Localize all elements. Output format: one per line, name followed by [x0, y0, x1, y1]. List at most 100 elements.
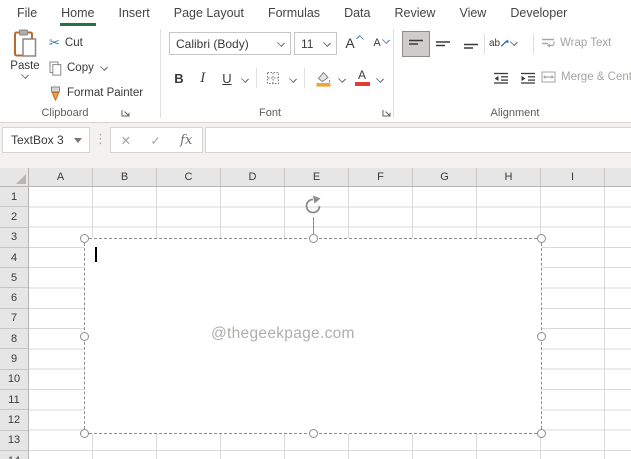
top-align-icon — [409, 39, 423, 45]
text-cursor — [95, 247, 97, 262]
copy-chevron-down-icon — [99, 63, 108, 71]
resize-handle-bottom-left[interactable] — [80, 429, 89, 438]
tab-developer[interactable]: Developer — [498, 0, 579, 26]
font-name-value: Calibri (Body) — [176, 36, 249, 51]
row-header-7[interactable]: 7 — [0, 308, 28, 330]
tab-formulas[interactable]: Formulas — [256, 0, 332, 26]
italic-button[interactable]: I — [193, 66, 213, 90]
font-dialog-launcher[interactable] — [381, 107, 392, 118]
font-color-button[interactable]: A — [351, 66, 373, 90]
column-header-h[interactable]: H — [477, 168, 541, 186]
fill-color-bucket-icon — [316, 71, 330, 87]
font-name-chevron-down-icon — [277, 38, 285, 47]
row-header-2[interactable]: 2 — [0, 207, 28, 228]
column-header-f[interactable]: F — [349, 168, 413, 186]
font-name-select[interactable]: Calibri (Body) — [169, 32, 291, 55]
font-color-chevron-down-icon[interactable] — [376, 75, 384, 83]
bold-button[interactable]: B — [169, 66, 189, 90]
insert-function-fx-icon[interactable]: fx — [180, 133, 192, 148]
column-header-d[interactable]: D — [221, 168, 285, 186]
column-header-g[interactable]: G — [413, 168, 477, 186]
row-header-14[interactable]: 14 — [0, 450, 28, 459]
enter-check-icon[interactable]: ✓ — [150, 133, 160, 148]
copy-button[interactable]: Copy — [49, 57, 109, 79]
resize-handle-top-middle[interactable] — [308, 234, 318, 243]
resize-handle-bottom-middle[interactable] — [308, 429, 318, 438]
tab-data[interactable]: Data — [332, 0, 382, 26]
merge-center-label: Merge & Center — [561, 71, 631, 83]
font-size-select[interactable]: 11 — [294, 32, 337, 55]
row-header-3[interactable]: 3 — [0, 227, 28, 248]
fill-color-chevron-down-icon[interactable] — [338, 75, 346, 83]
decrease-indent-button[interactable] — [489, 66, 513, 90]
select-all-corner[interactable] — [0, 168, 29, 187]
clipboard-dialog-launcher[interactable] — [120, 107, 131, 118]
row-header-5[interactable]: 5 — [0, 268, 28, 289]
tab-page-layout[interactable]: Page Layout — [162, 0, 256, 26]
row-header-13[interactable]: 13 — [0, 430, 28, 451]
group-separator — [393, 29, 394, 118]
increase-font-size-button[interactable]: A — [342, 31, 368, 55]
column-header-j[interactable]: J — [605, 168, 631, 186]
top-align-button[interactable] — [402, 31, 430, 57]
increase-font-caret-icon — [355, 35, 364, 43]
formula-input[interactable] — [205, 127, 631, 153]
tab-review[interactable]: Review — [382, 0, 447, 26]
name-box[interactable]: TextBox 3 — [2, 127, 90, 153]
row-header-10[interactable]: 10 — [0, 369, 28, 390]
borders-button[interactable] — [262, 66, 284, 90]
wrap-text-label: Wrap Text — [560, 37, 612, 49]
name-box-dropdown-icon[interactable] — [74, 137, 82, 143]
resize-handle-bottom-right[interactable] — [537, 429, 546, 438]
resize-handle-middle-right[interactable] — [537, 331, 546, 341]
orientation-button[interactable]: ab — [489, 31, 519, 55]
copy-label: Copy — [67, 62, 94, 74]
format-painter-button[interactable]: Format Painter — [49, 82, 143, 104]
bottom-align-button[interactable] — [458, 31, 484, 55]
column-header-b[interactable]: B — [93, 168, 157, 186]
cancel-icon[interactable]: ✕ — [121, 133, 131, 148]
tab-home[interactable]: Home — [49, 0, 106, 26]
wrap-text-button[interactable]: Wrap Text — [541, 32, 611, 54]
resize-handle-top-right[interactable] — [537, 234, 546, 243]
textbox-watermark-text: @thegeekpage.com — [211, 325, 355, 342]
textbox-shape[interactable]: @thegeekpage.com — [80, 195, 546, 438]
font-size-value: 11 — [301, 36, 314, 51]
column-header-a[interactable]: A — [29, 168, 93, 186]
column-header-i[interactable]: I — [541, 168, 605, 186]
cut-button[interactable]: ✂ Cut — [49, 32, 83, 54]
underline-chevron-down-icon[interactable] — [241, 75, 249, 83]
middle-align-button[interactable] — [430, 31, 456, 55]
borders-chevron-down-icon[interactable] — [289, 75, 297, 83]
row-header-9[interactable]: 9 — [0, 349, 28, 370]
paste-button[interactable]: Paste — [5, 29, 45, 109]
cut-scissors-icon: ✂ — [49, 35, 60, 50]
borders-icon — [267, 72, 279, 84]
tab-insert[interactable]: Insert — [107, 0, 162, 26]
rotation-handle[interactable] — [302, 195, 324, 217]
column-header-c[interactable]: C — [157, 168, 221, 186]
orientation-chevron-down-icon — [510, 38, 518, 46]
clipboard-group-label: Clipboard — [41, 107, 89, 119]
resize-handle-middle-left[interactable] — [80, 331, 89, 341]
column-header-e[interactable]: E — [285, 168, 349, 186]
formula-bar-row: TextBox 3 ⋮ ✕ ✓ fx — [0, 123, 631, 157]
row-header-1[interactable]: 1 — [0, 187, 28, 208]
tab-view[interactable]: View — [447, 0, 498, 26]
row-header-4[interactable]: 4 — [0, 247, 28, 269]
ribbon: Paste ✂ Cut Copy Format Painter Clipboar… — [0, 26, 631, 123]
row-header-11[interactable]: 11 — [0, 389, 28, 411]
merge-center-button[interactable]: Merge & Center — [541, 66, 631, 88]
row-header-8[interactable]: 8 — [0, 329, 28, 350]
resize-handle-top-left[interactable] — [80, 234, 89, 243]
tab-file[interactable]: File — [5, 0, 49, 26]
fill-color-button[interactable] — [312, 66, 334, 90]
bottom-align-icon — [464, 43, 478, 49]
underline-button[interactable]: U — [217, 66, 237, 90]
row-header-6[interactable]: 6 — [0, 288, 28, 309]
increase-indent-button[interactable] — [516, 66, 540, 90]
row-header-12[interactable]: 12 — [0, 410, 28, 431]
font-color-bar — [354, 82, 370, 87]
format-painter-label: Format Painter — [67, 87, 144, 99]
decrease-font-size-button[interactable]: A — [369, 31, 395, 55]
